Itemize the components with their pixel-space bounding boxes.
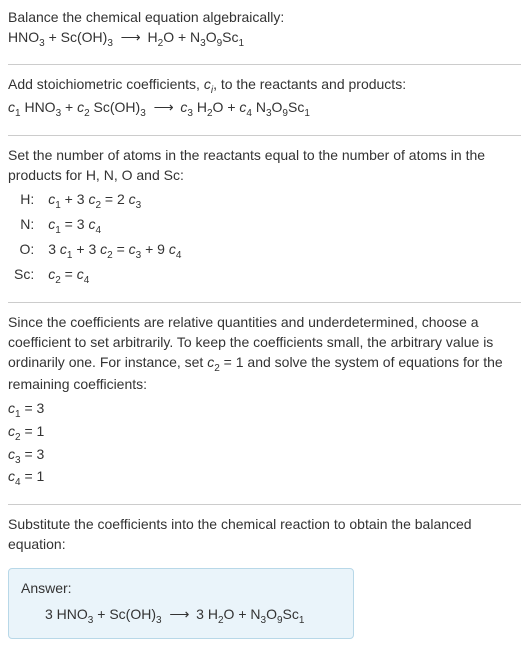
balance-equation: c1 = 3 c4 — [42, 214, 187, 239]
element-label: Sc: — [8, 264, 42, 289]
coefficient-value: c1 = 3 — [8, 399, 521, 422]
answer-label: Answer: — [21, 579, 341, 599]
table-row: N:c1 = 3 c4 — [8, 214, 187, 239]
coefficient-value: c4 = 1 — [8, 467, 521, 490]
atom-balance-table: H:c1 + 3 c2 = 2 c3N:c1 = 3 c4O:3 c1 + 3 … — [8, 189, 187, 288]
divider — [8, 135, 521, 136]
balance-equation: c2 = c4 — [42, 264, 187, 289]
step-5-title: Substitute the coefficients into the che… — [8, 515, 521, 554]
step-3-title: Set the number of atoms in the reactants… — [8, 146, 521, 185]
table-row: Sc:c2 = c4 — [8, 264, 187, 289]
coefficient-value: c2 = 1 — [8, 422, 521, 445]
balance-equation: 3 c1 + 3 c2 = c3 + 9 c4 — [42, 239, 187, 264]
step-2-equation: c1 HNO3 + c2 Sc(OH)3 ⟶ c3 H2O + c4 N3O9S… — [8, 98, 521, 121]
divider — [8, 302, 521, 303]
table-row: H:c1 + 3 c2 = 2 c3 — [8, 189, 187, 214]
answer-box: Answer: 3 HNO3 + Sc(OH)3 ⟶ 3 H2O + N3O9S… — [8, 568, 354, 638]
answer-equation: 3 HNO3 + Sc(OH)3 ⟶ 3 H2O + N3O9Sc1 — [21, 605, 341, 628]
step-1-equation: HNO3 + Sc(OH)3 ⟶ H2O + N3O9Sc1 — [8, 28, 521, 51]
element-label: N: — [8, 214, 42, 239]
element-label: H: — [8, 189, 42, 214]
element-label: O: — [8, 239, 42, 264]
table-row: O:3 c1 + 3 c2 = c3 + 9 c4 — [8, 239, 187, 264]
divider — [8, 64, 521, 65]
step-4-title: Since the coefficients are relative quan… — [8, 313, 521, 395]
balance-equation: c1 + 3 c2 = 2 c3 — [42, 189, 187, 214]
step-2: Add stoichiometric coefficients, ci, to … — [8, 75, 521, 121]
step-2-title: Add stoichiometric coefficients, ci, to … — [8, 75, 521, 98]
divider — [8, 504, 521, 505]
coefficient-value: c3 = 3 — [8, 445, 521, 468]
coefficient-list: c1 = 3c2 = 1c3 = 3c4 = 1 — [8, 399, 521, 490]
step-5: Substitute the coefficients into the che… — [8, 515, 521, 554]
step-1-title: Balance the chemical equation algebraica… — [8, 8, 521, 28]
step-4: Since the coefficients are relative quan… — [8, 313, 521, 490]
step-3: Set the number of atoms in the reactants… — [8, 146, 521, 288]
step-1: Balance the chemical equation algebraica… — [8, 8, 521, 50]
